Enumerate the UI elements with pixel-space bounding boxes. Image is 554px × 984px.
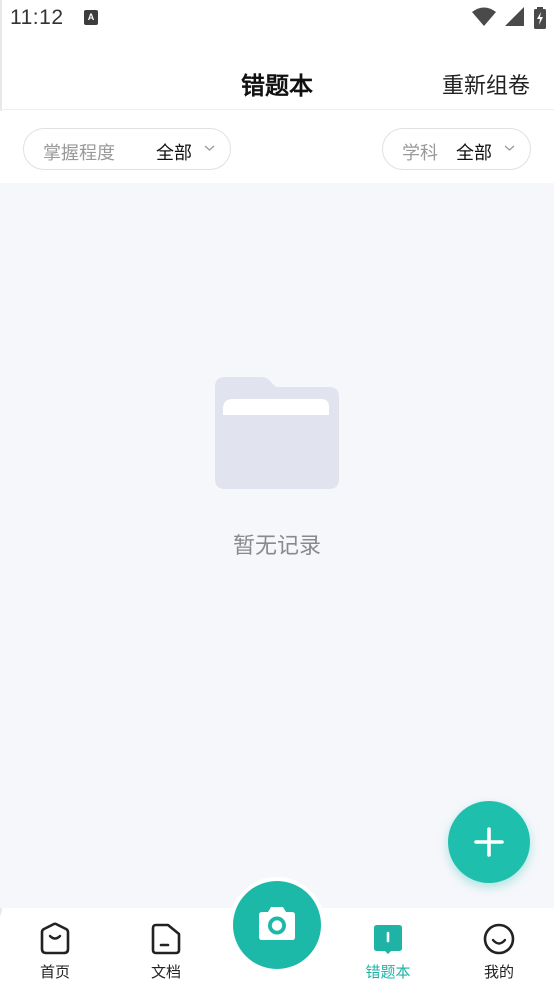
content-area: 暂无记录 xyxy=(0,183,554,908)
wifi-icon xyxy=(471,7,496,26)
subject-filter-value: 全部 xyxy=(456,143,492,164)
status-icons xyxy=(468,7,546,29)
document-icon xyxy=(151,923,181,955)
nav-item-mine[interactable]: 我的 xyxy=(444,908,554,984)
camera-icon xyxy=(259,907,295,940)
nav-item-home[interactable]: 首页 xyxy=(0,908,110,984)
home-face-icon xyxy=(40,922,70,955)
status-time: 11:12 xyxy=(10,6,64,29)
mastery-filter-dropdown[interactable]: 掌握程度 全部 xyxy=(23,128,231,170)
subject-filter-dropdown[interactable]: 学科 全部 xyxy=(382,128,531,170)
nav-item-label: 首页 xyxy=(39,963,70,981)
empty-folder-icon xyxy=(215,377,339,489)
nav-item-label: 我的 xyxy=(483,963,514,981)
regroup-button[interactable]: 重新组卷 xyxy=(442,68,530,100)
signal-icon xyxy=(504,7,524,26)
nav-item-wrong-book[interactable]: 错题本 xyxy=(333,908,443,984)
filter-bar: 掌握程度 全部 学科 全部 xyxy=(0,111,554,183)
camera-button[interactable] xyxy=(233,881,321,969)
battery-icon xyxy=(534,7,546,29)
smile-face-icon xyxy=(483,923,515,955)
header: 错题本 重新组卷 xyxy=(0,52,554,110)
subject-filter-label: 学科 xyxy=(402,143,438,164)
mastery-filter-value: 全部 xyxy=(156,143,192,164)
nav-item-label: 错题本 xyxy=(365,963,411,981)
status-bar: 11:12 A xyxy=(0,0,554,40)
notification-icon: A xyxy=(84,10,98,25)
plus-icon xyxy=(474,827,504,857)
nav-item-label: 文档 xyxy=(150,963,181,981)
chevron-down-icon xyxy=(204,145,215,151)
chevron-down-icon xyxy=(504,145,515,151)
add-button[interactable] xyxy=(448,801,530,883)
notebook-icon xyxy=(374,925,402,954)
nav-item-docs[interactable]: 文档 xyxy=(111,908,221,984)
empty-state-text: 暂无记录 xyxy=(232,534,321,559)
mastery-filter-label: 掌握程度 xyxy=(43,143,115,164)
